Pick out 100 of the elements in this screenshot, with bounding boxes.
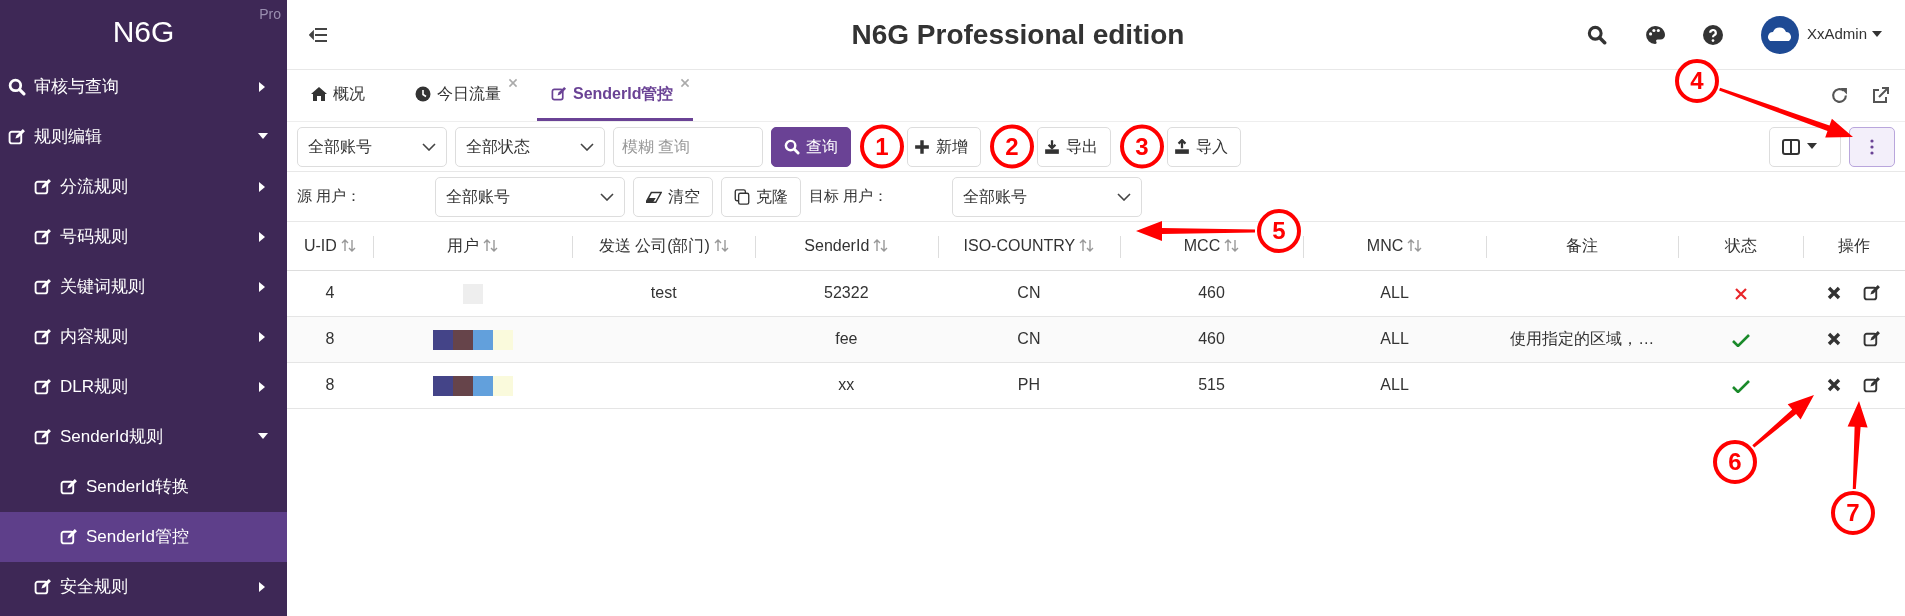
table-cell: ALL	[1380, 376, 1409, 393]
upload-icon	[1174, 138, 1190, 155]
sort-icon	[340, 238, 356, 254]
column-header[interactable]: U-ID	[303, 233, 356, 258]
table-cell: 515	[1198, 376, 1225, 393]
edit-icon	[8, 128, 26, 146]
column-header[interactable]: 备注	[1566, 233, 1599, 258]
callout-marker: 6	[1713, 440, 1757, 484]
sidebar-item[interactable]: SenderId规则	[0, 412, 287, 462]
sidebar-item[interactable]: SenderId管控	[0, 512, 287, 562]
status-select[interactable]: 全部状态	[455, 126, 605, 167]
search-field[interactable]: 模糊 查询	[613, 126, 763, 167]
table-cell: PH	[1017, 376, 1040, 393]
delete-icon[interactable]	[1827, 286, 1842, 300]
tab[interactable]: SenderId管控	[537, 70, 694, 121]
delete-icon[interactable]	[1827, 332, 1842, 346]
callout-marker: 5	[1257, 209, 1301, 253]
sort-icon	[483, 238, 499, 254]
tab[interactable]: 今日流量	[401, 70, 521, 121]
table-cell: fee	[835, 330, 858, 347]
edit-icon	[60, 478, 78, 496]
table-cell: 460	[1198, 284, 1225, 301]
callout-marker: 4	[1675, 59, 1719, 103]
column-header[interactable]: ISO-COUNTRY	[963, 233, 1095, 258]
button[interactable]: 导入	[1167, 126, 1241, 167]
sidebar-item[interactable]: SenderId转换	[0, 462, 287, 512]
sidebar-item[interactable]: DLR规则	[0, 362, 287, 412]
button[interactable]: 导出	[1037, 126, 1111, 167]
button[interactable]: 清空	[633, 176, 713, 217]
table-cell: test	[650, 284, 677, 301]
table-cell: 52322	[824, 284, 869, 301]
sidebar-item[interactable]: 规则编辑	[0, 112, 287, 162]
button[interactable]: 新增	[907, 126, 981, 167]
column-header[interactable]: 发送 公司(部门)	[598, 233, 729, 258]
close-icon	[680, 78, 691, 88]
sidebar-item[interactable]: 安全规则	[0, 562, 287, 612]
home-icon	[311, 86, 327, 102]
table-cell: ALL	[1380, 330, 1409, 347]
field-label: 源 用户：	[297, 186, 363, 207]
account-select[interactable]: 全部账号	[297, 126, 447, 167]
search-icon	[1586, 24, 1607, 45]
edit-icon	[60, 528, 78, 546]
sort-icon	[1079, 238, 1095, 254]
source-select[interactable]: 全部账号	[435, 176, 625, 217]
column-header[interactable]: 用户	[447, 233, 499, 258]
column-header[interactable]: 操作	[1838, 233, 1871, 258]
field-label: 目标 用户：	[809, 186, 890, 207]
search-icon	[784, 138, 800, 155]
edit-icon	[34, 328, 52, 346]
close-icon	[508, 78, 518, 88]
search-icon	[8, 78, 26, 96]
sidebar-item[interactable]: 关键词规则	[0, 262, 287, 312]
column-header[interactable]: MCC	[1183, 233, 1240, 258]
query-button[interactable]: 查询	[771, 126, 851, 167]
chevron-down-icon	[1117, 192, 1131, 201]
copy-icon	[734, 188, 750, 205]
column-header[interactable]: SenderId	[804, 233, 889, 258]
edit-icon[interactable]	[1863, 376, 1882, 394]
kebab-icon	[1870, 138, 1874, 155]
help-icon	[1702, 24, 1723, 45]
table-cell: 8	[325, 376, 335, 393]
edit-icon[interactable]	[1863, 284, 1882, 302]
menu-icon	[309, 26, 329, 43]
callout-arrow	[1752, 395, 1814, 448]
target-select[interactable]: 全部账号	[952, 176, 1142, 217]
download-icon	[1044, 138, 1060, 155]
edit-icon	[34, 228, 52, 246]
sidebar-item[interactable]: 审核与查询	[0, 62, 287, 112]
table-cell: CN	[1017, 330, 1041, 347]
tab[interactable]: 概况	[297, 70, 385, 121]
column-header[interactable]: 状态	[1724, 233, 1757, 258]
user-menu[interactable]: XxAdmin	[1806, 23, 1883, 46]
avatar-icon	[1760, 15, 1799, 54]
columns-icon	[1782, 137, 1800, 156]
columns-button[interactable]	[1769, 126, 1841, 167]
table-cell: ALL	[1380, 284, 1409, 301]
external-link-icon[interactable]	[1872, 87, 1889, 104]
palette-icon	[1644, 24, 1665, 45]
callout-marker: 7	[1831, 491, 1875, 535]
sidebar-item[interactable]: 分流规则	[0, 162, 287, 212]
edit-icon[interactable]	[1863, 330, 1882, 348]
clock-icon	[415, 86, 431, 102]
callout-marker: 3	[1120, 124, 1164, 169]
table-cell: 使用指定的区域，…	[1510, 330, 1655, 347]
callout-marker: 2	[990, 124, 1034, 169]
table-cell: 8	[325, 330, 335, 347]
column-header[interactable]: MNC	[1366, 233, 1423, 258]
edit-icon	[34, 178, 52, 196]
table-cell: 4	[325, 284, 335, 301]
sort-icon	[1407, 238, 1423, 254]
delete-icon[interactable]	[1827, 378, 1842, 392]
sidebar-item[interactable]: 内容规则	[0, 312, 287, 362]
sidebar-item[interactable]: 号码规则	[0, 212, 287, 262]
callout-marker: 1	[860, 124, 904, 169]
button[interactable]: 克隆	[721, 176, 801, 217]
table-cell: 460	[1198, 330, 1225, 347]
edit-icon	[34, 428, 52, 446]
refresh-icon[interactable]	[1831, 87, 1848, 104]
plus-icon	[914, 138, 930, 155]
sort-icon	[1224, 238, 1240, 254]
